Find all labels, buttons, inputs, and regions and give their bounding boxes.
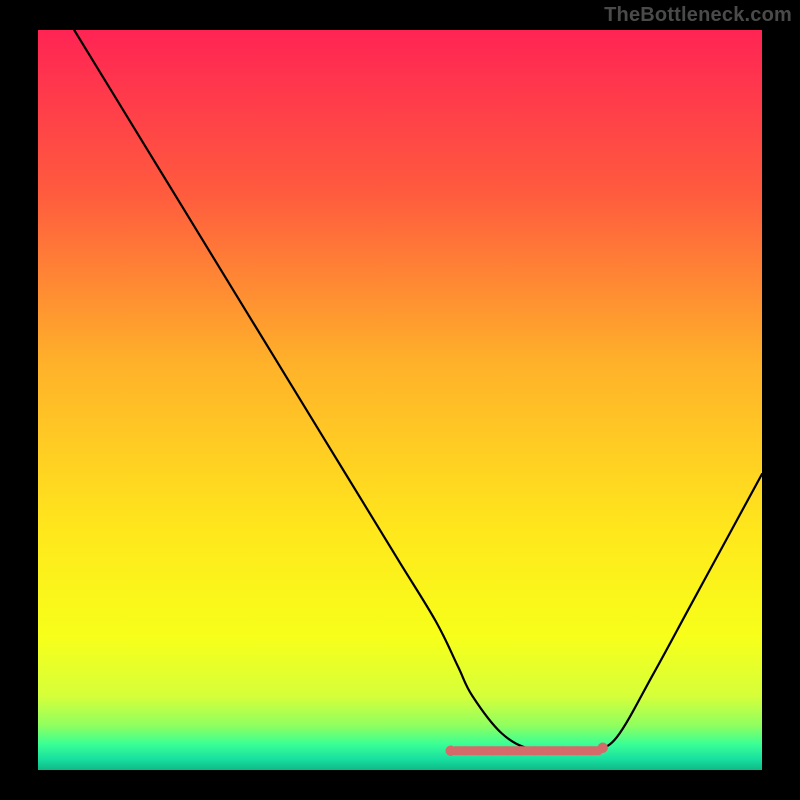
watermark-text: TheBottleneck.com: [604, 4, 792, 27]
chart-frame: TheBottleneck.com: [0, 0, 800, 800]
bottleneck-chart: [0, 0, 800, 800]
plot-background: [38, 30, 762, 770]
